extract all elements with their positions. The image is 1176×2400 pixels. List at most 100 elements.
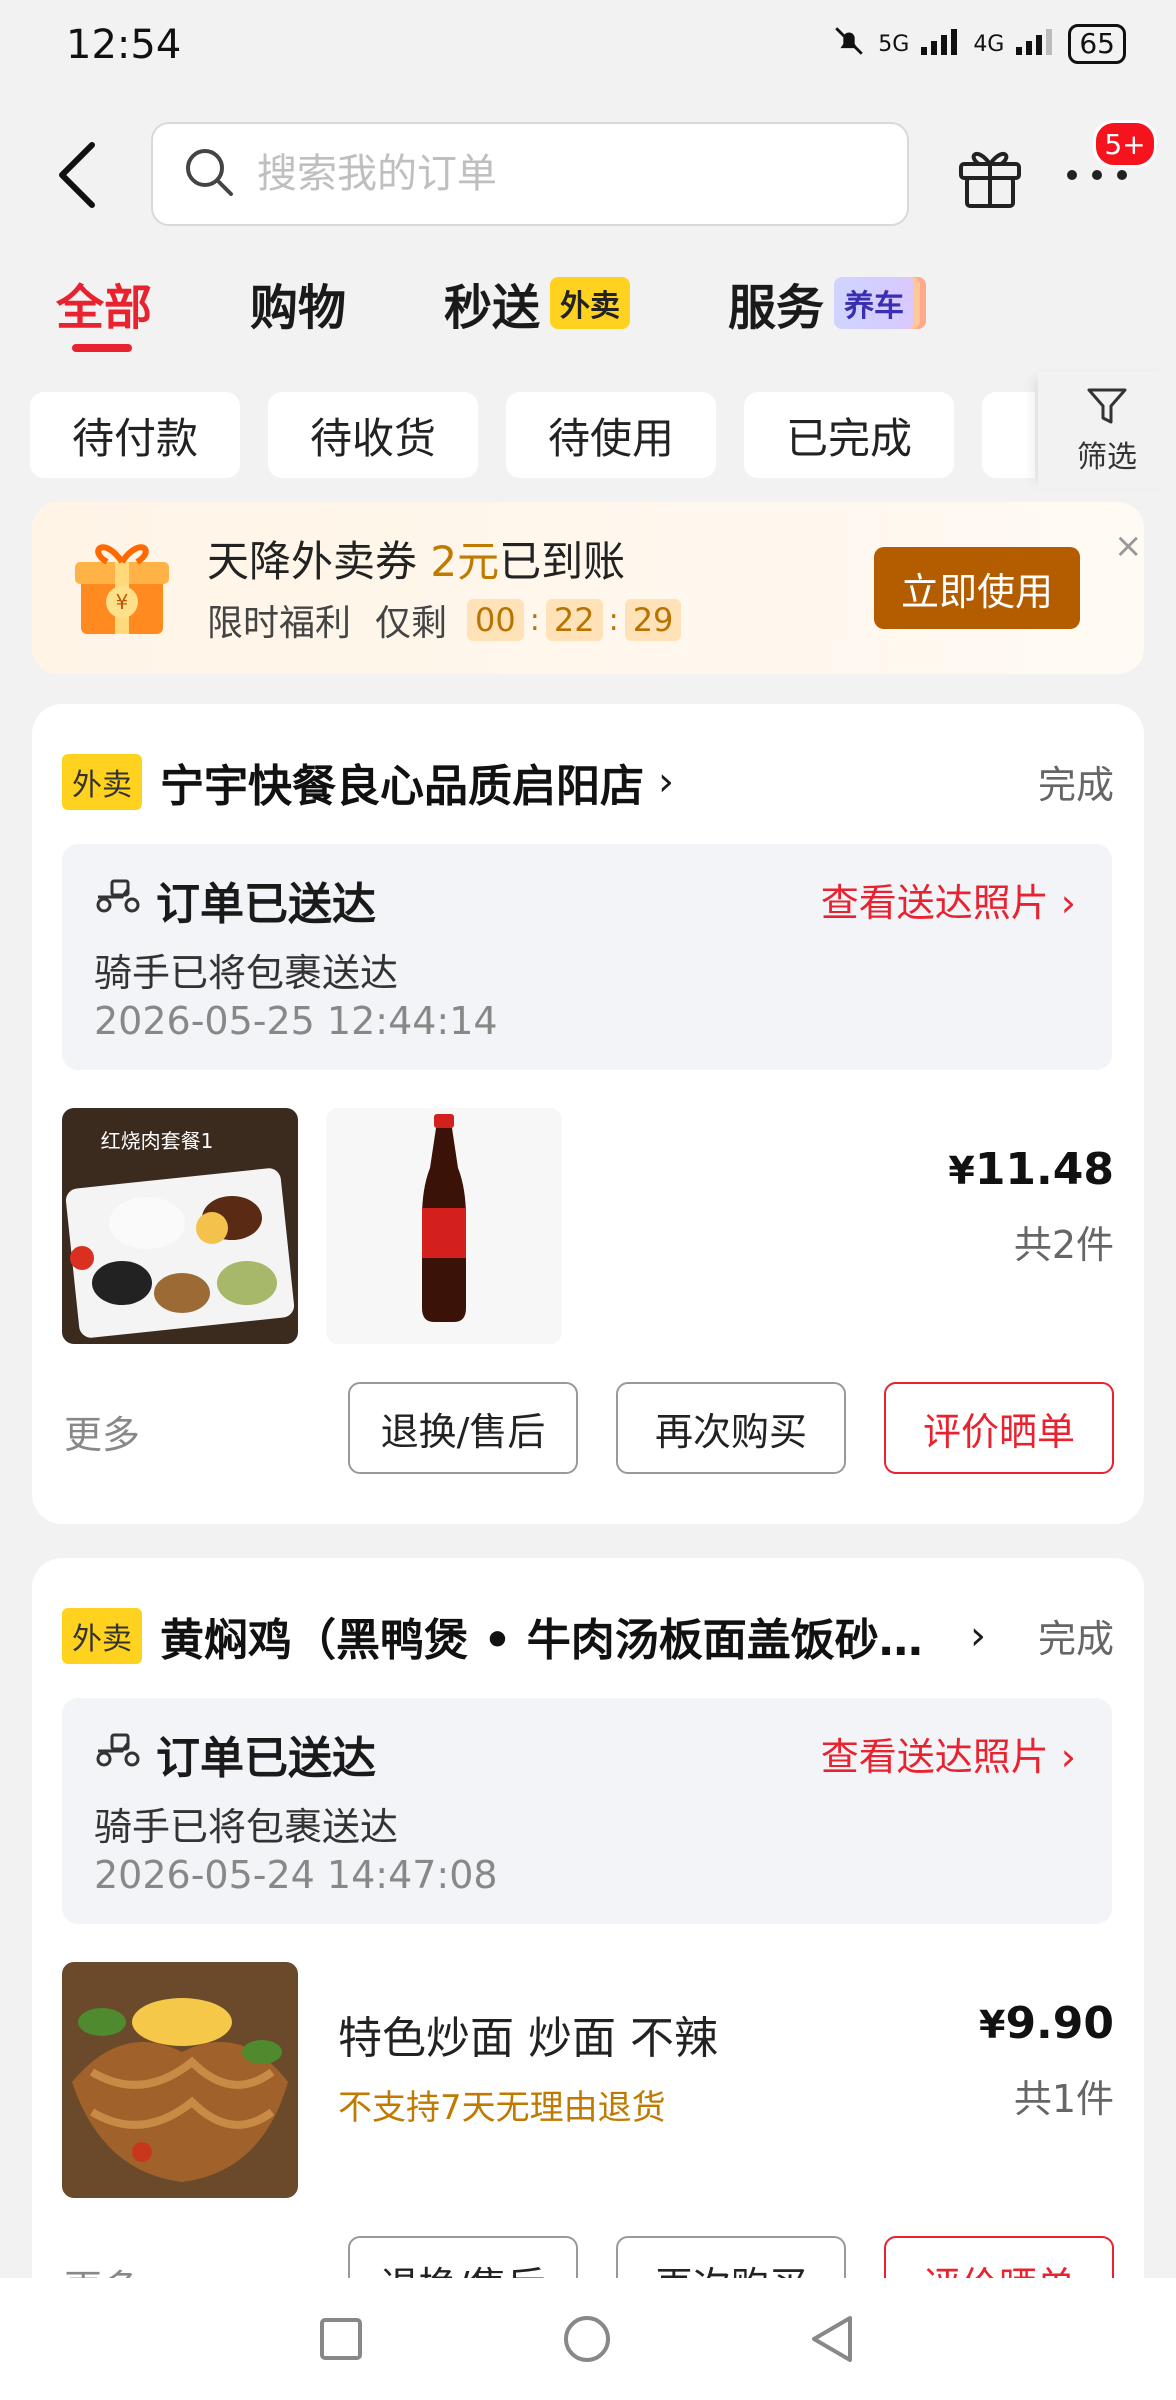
countdown-seconds: 29 <box>624 599 682 641</box>
currency-symbol: ¥ <box>948 1149 975 1193</box>
order-price: ¥11.48 <box>948 1144 1114 1195</box>
close-icon[interactable]: × <box>1114 526 1143 566</box>
system-nav-bar <box>0 2278 1176 2400</box>
view-delivery-photo-link[interactable]: 查看送达照片 › <box>821 1726 1076 1781</box>
order-status: 完成 <box>1037 1617 1114 1661</box>
chip-pending-payment[interactable]: 待付款 <box>30 392 240 478</box>
price-value: 11.48 <box>974 1144 1114 1195</box>
countdown-sep: : <box>608 602 619 638</box>
search-box[interactable] <box>151 122 909 226</box>
status-icons: 5G 4G 65 <box>832 24 1126 64</box>
store-name: 宁宇快餐良心品质启阳店 <box>160 761 644 812</box>
notification-badge: 5+ <box>1093 120 1157 168</box>
promo-sub-label: 限时福利 <box>207 603 352 644</box>
mute-icon <box>832 24 866 64</box>
signal-bars-icon <box>1016 27 1056 61</box>
chip-pending-use[interactable]: 待使用 <box>506 392 716 478</box>
tab-instant-delivery[interactable]: 秒送 外卖 <box>444 268 631 338</box>
signal-5g: 5G <box>878 31 910 57</box>
search-input[interactable] <box>255 150 859 198</box>
item-name: 特色炒面 炒面 不辣 <box>338 2013 718 2064</box>
gift-box-icon: ¥ <box>67 532 177 642</box>
order-tabs: 全部 购物 秒送 外卖 服务 养车 <box>56 268 1012 352</box>
signal-4g: 4G <box>973 31 1005 57</box>
status-time: 12:54 <box>66 22 182 68</box>
promo-amount: 2元 <box>430 537 500 586</box>
photo-link-label: 查看送达照片 <box>820 881 1049 925</box>
buy-again-button[interactable]: 再次购买 <box>616 1382 846 1474</box>
product-thumbnail[interactable] <box>62 1962 298 2198</box>
filter-label: 筛选 <box>1077 440 1137 475</box>
gift-icon <box>959 151 1021 208</box>
use-now-button[interactable]: 立即使用 <box>874 547 1080 629</box>
chip-pending-receipt[interactable]: 待收货 <box>268 392 478 478</box>
review-button[interactable]: 评价晒单 <box>884 1382 1114 1474</box>
chevron-right-icon: › <box>1060 1735 1076 1779</box>
currency-symbol: ¥ <box>978 2003 1006 2047</box>
filter-button[interactable]: 筛选 <box>1038 372 1176 488</box>
countdown-sep: : <box>529 602 540 638</box>
view-delivery-photo-link[interactable]: 查看送达照片 › <box>821 872 1076 927</box>
photo-link-label: 查看送达照片 <box>820 1735 1049 1779</box>
promo-title: 天降外卖券 2元已到账 <box>207 528 625 589</box>
countdown-hours: 00 <box>467 599 524 641</box>
promo-title-suffix: 已到账 <box>499 537 626 586</box>
delivery-info[interactable]: 订单已送达 查看送达照片 › 骑手已将包裹送达 2026-05-25 12:44… <box>62 844 1112 1070</box>
store-row[interactable]: 外卖 黄焖鸡（黑鸭煲 • 牛肉汤板面盖饭砂… › <box>62 1604 986 1668</box>
thumbnail-caption: 红烧肉套餐1 <box>101 1129 214 1153</box>
home-button[interactable] <box>562 2314 612 2368</box>
takeout-pill: 外卖 <box>550 277 631 329</box>
delivery-time: 2026-05-24 14:47:08 <box>94 1853 498 1897</box>
delivery-title: 订单已送达 <box>94 1722 376 1786</box>
item-count: 共2件 <box>1013 1223 1114 1267</box>
countdown-minutes: 22 <box>545 599 603 641</box>
triangle-back-icon <box>812 2316 852 2362</box>
remaining-label: 仅剩 <box>375 603 448 644</box>
back-button[interactable] <box>50 135 110 215</box>
promo-title-prefix: 天降外卖券 <box>207 537 431 586</box>
cola-bottle-icon <box>326 1108 562 1344</box>
item-count: 共1件 <box>1013 2077 1114 2121</box>
scooter-icon <box>94 1729 142 1780</box>
more-link[interactable]: 更多 <box>64 1404 140 1459</box>
delivery-title: 订单已送达 <box>94 868 376 932</box>
recents-button[interactable] <box>318 2316 364 2366</box>
chip-more[interactable]: 待 <box>982 392 1035 478</box>
tab-label: 服务 <box>728 280 825 336</box>
store-name: 黄焖鸡（黑鸭煲 • 牛肉汤板面盖饭砂… <box>160 1615 923 1666</box>
signal-bars-icon <box>921 27 961 61</box>
chevron-right-icon: › <box>1060 881 1076 925</box>
svg-text:¥: ¥ <box>116 590 129 614</box>
circle-icon <box>564 2316 610 2362</box>
store-row[interactable]: 外卖 宁宇快餐良心品质启阳店 › <box>62 750 674 814</box>
tab-shopping[interactable]: 购物 <box>250 268 346 338</box>
chevron-right-icon: › <box>658 759 674 805</box>
product-thumbnail[interactable] <box>326 1108 562 1344</box>
delivery-info[interactable]: 订单已送达 查看送达照片 › 骑手已将包裹送达 2026-05-24 14:47… <box>62 1698 1112 1924</box>
takeout-tag: 外卖 <box>62 1608 142 1664</box>
funnel-icon <box>1087 388 1127 424</box>
delivery-subtitle: 骑手已将包裹送达 <box>94 951 399 995</box>
battery-indicator: 65 <box>1068 24 1126 64</box>
order-card: 外卖 宁宇快餐良心品质启阳店 › 完成 订单已送达 查看送达照片 › 骑手已将包… <box>32 704 1144 1524</box>
status-filter-chips: 待付款 待收货 待使用 已完成 待 <box>30 392 1035 478</box>
tab-label: 全部 <box>56 280 153 336</box>
delivery-subtitle: 骑手已将包裹送达 <box>94 1805 399 1849</box>
delivery-time: 2026-05-25 12:44:14 <box>94 999 498 1043</box>
promo-countdown-row: 限时福利 仅剩 00 : 22 : 29 <box>207 594 682 646</box>
square-icon <box>320 2318 362 2360</box>
delivery-title-text: 订单已送达 <box>156 879 376 930</box>
order-card: 外卖 黄焖鸡（黑鸭煲 • 牛肉汤板面盖饭砂… › 完成 订单已送达 查看送达照片… <box>32 1558 1144 2328</box>
tab-services[interactable]: 服务 养车 <box>728 268 915 338</box>
chevron-left-icon <box>59 142 95 208</box>
return-service-button[interactable]: 退换/售后 <box>348 1382 578 1474</box>
back-nav-button[interactable] <box>808 2314 856 2368</box>
order-price: ¥9.90 <box>979 1998 1114 2049</box>
chip-completed[interactable]: 已完成 <box>744 392 954 478</box>
tab-all[interactable]: 全部 <box>56 268 153 352</box>
car-care-pill: 养车 <box>834 277 915 329</box>
gift-button[interactable] <box>955 140 1025 210</box>
product-thumbnail[interactable]: 红烧肉套餐1 <box>62 1108 298 1344</box>
search-icon <box>183 146 235 202</box>
coupon-banner[interactable]: ¥ 天降外卖券 2元已到账 限时福利 仅剩 00 : 22 : 29 立即使用 … <box>32 502 1144 674</box>
